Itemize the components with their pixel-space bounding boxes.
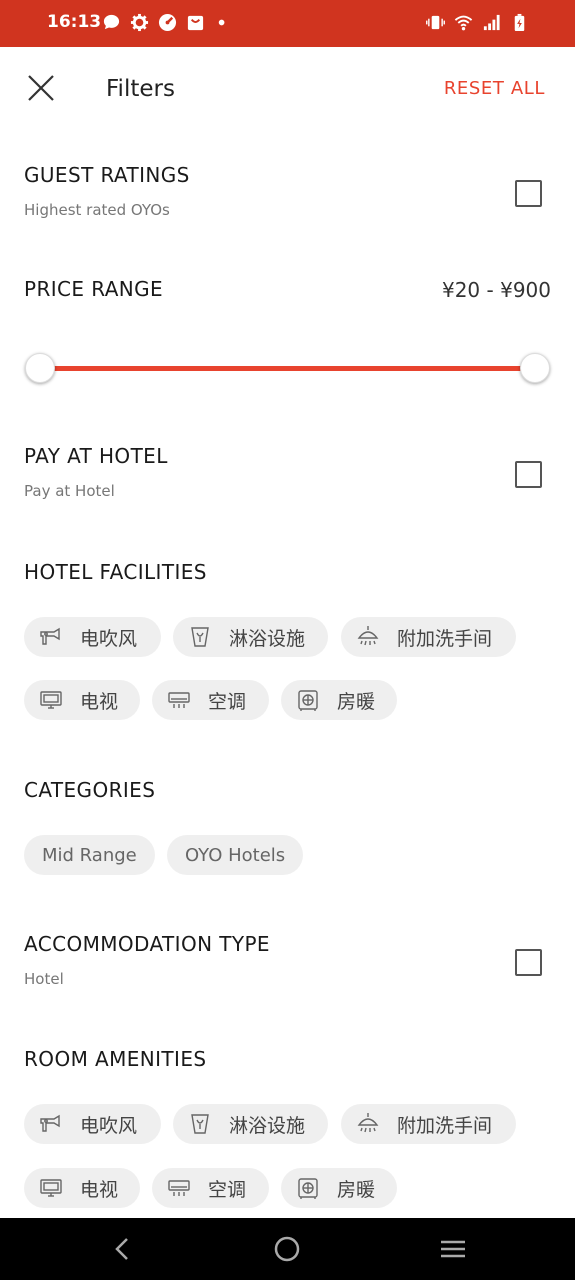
- hotel-facility-chip-heater[interactable]: 房暖: [281, 680, 397, 720]
- heater-icon: [298, 1178, 318, 1199]
- close-icon[interactable]: [24, 71, 58, 105]
- chip-label: 房暖: [337, 1178, 376, 1201]
- chip-label: Mid Range: [42, 844, 137, 866]
- chip-label: 电吹风: [80, 627, 138, 650]
- air-conditioner-icon: [168, 1180, 190, 1196]
- chip-label: 空调: [208, 690, 247, 713]
- hotel-facility-chip-shower[interactable]: 淋浴设施: [173, 617, 328, 657]
- hotel-facility-chip-ac[interactable]: 空调: [152, 680, 269, 720]
- hotel-facility-chip-extra-washroom[interactable]: 附加洗手间: [341, 617, 516, 657]
- dot-icon: [218, 19, 225, 26]
- price-slider-min-handle[interactable]: [25, 353, 55, 383]
- chip-label: 附加洗手间: [397, 627, 493, 650]
- page-title: Filters: [106, 76, 175, 102]
- shower-head-icon: [357, 1113, 379, 1133]
- air-conditioner-icon: [168, 692, 190, 708]
- tv-icon: [40, 1179, 62, 1197]
- home-icon[interactable]: [272, 1234, 302, 1264]
- chip-label: 附加洗手间: [397, 1114, 493, 1137]
- accommodation-type-subtitle: Hotel: [24, 970, 64, 988]
- battery-charging-icon: [514, 13, 525, 32]
- signal-icon: [483, 14, 500, 31]
- chip-label: 淋浴设施: [229, 627, 306, 650]
- room-amenities-title: ROOM AMENITIES: [24, 1047, 207, 1071]
- room-amenity-chip-heater[interactable]: 房暖: [281, 1168, 397, 1208]
- room-amenity-chip-hair-dryer[interactable]: 电吹风: [24, 1104, 161, 1144]
- pay-at-hotel-checkbox[interactable]: [515, 461, 542, 488]
- category-chip-oyo-hotels[interactable]: OYO Hotels: [167, 835, 304, 875]
- room-amenity-chip-tv[interactable]: 电视: [24, 1168, 140, 1208]
- price-slider-track[interactable]: [40, 366, 535, 371]
- room-amenity-chip-extra-washroom[interactable]: 附加洗手间: [341, 1104, 516, 1144]
- accommodation-type-title: ACCOMMODATION TYPE: [24, 932, 270, 956]
- status-bar: 16:13: [0, 0, 575, 47]
- message-icon: [103, 14, 120, 30]
- accommodation-type-checkbox[interactable]: [515, 949, 542, 976]
- guest-ratings-subtitle: Highest rated OYOs: [24, 201, 170, 219]
- hotel-facility-chip-hair-dryer[interactable]: 电吹风: [24, 617, 161, 657]
- hair-dryer-icon: [40, 627, 60, 645]
- category-chip-mid-range[interactable]: Mid Range: [24, 835, 155, 875]
- notification-icons: [102, 13, 233, 32]
- tv-icon: [40, 691, 62, 709]
- hair-dryer-icon: [40, 1114, 60, 1132]
- heater-icon: [298, 690, 318, 711]
- speedometer-icon: [158, 13, 177, 32]
- app-header: Filters RESET ALL: [0, 47, 575, 133]
- chip-label: 房暖: [337, 690, 376, 713]
- system-navigation-bar: [0, 1218, 575, 1280]
- status-time: 16:13: [47, 12, 102, 32]
- vibrate-icon: [426, 15, 445, 30]
- hotel-facility-chip-tv[interactable]: 电视: [24, 680, 140, 720]
- chip-label: 电视: [80, 1178, 119, 1201]
- hotel-facilities-title: HOTEL FACILITIES: [24, 560, 207, 584]
- back-icon[interactable]: [107, 1234, 137, 1264]
- pay-at-hotel-title: PAY AT HOTEL: [24, 444, 168, 468]
- room-amenity-chip-ac[interactable]: 空调: [152, 1168, 269, 1208]
- reset-all-button[interactable]: RESET ALL: [444, 78, 545, 99]
- guest-ratings-checkbox[interactable]: [515, 180, 542, 207]
- recent-apps-icon[interactable]: [438, 1234, 468, 1264]
- pay-at-hotel-subtitle: Pay at Hotel: [24, 482, 115, 500]
- shower-head-icon: [357, 626, 379, 646]
- price-range-value: ¥20 - ¥900: [441, 278, 551, 302]
- shopping-bag-icon: [187, 15, 204, 31]
- chip-label: 电吹风: [80, 1114, 138, 1137]
- wifi-icon: [454, 15, 473, 31]
- price-range-title: PRICE RANGE: [24, 277, 164, 301]
- chip-label: 电视: [80, 690, 119, 713]
- shower-facility-icon: [191, 1114, 209, 1134]
- chip-label: OYO Hotels: [185, 844, 286, 866]
- chip-label: 淋浴设施: [229, 1114, 306, 1137]
- price-slider-max-handle[interactable]: [520, 353, 550, 383]
- system-icons: [426, 13, 529, 32]
- categories-title: CATEGORIES: [24, 778, 156, 802]
- shower-facility-icon: [191, 627, 209, 647]
- room-amenity-chip-shower[interactable]: 淋浴设施: [173, 1104, 328, 1144]
- chip-label: 空调: [208, 1178, 247, 1201]
- settings-icon: [130, 13, 149, 32]
- guest-ratings-title: GUEST RATINGS: [24, 163, 190, 187]
